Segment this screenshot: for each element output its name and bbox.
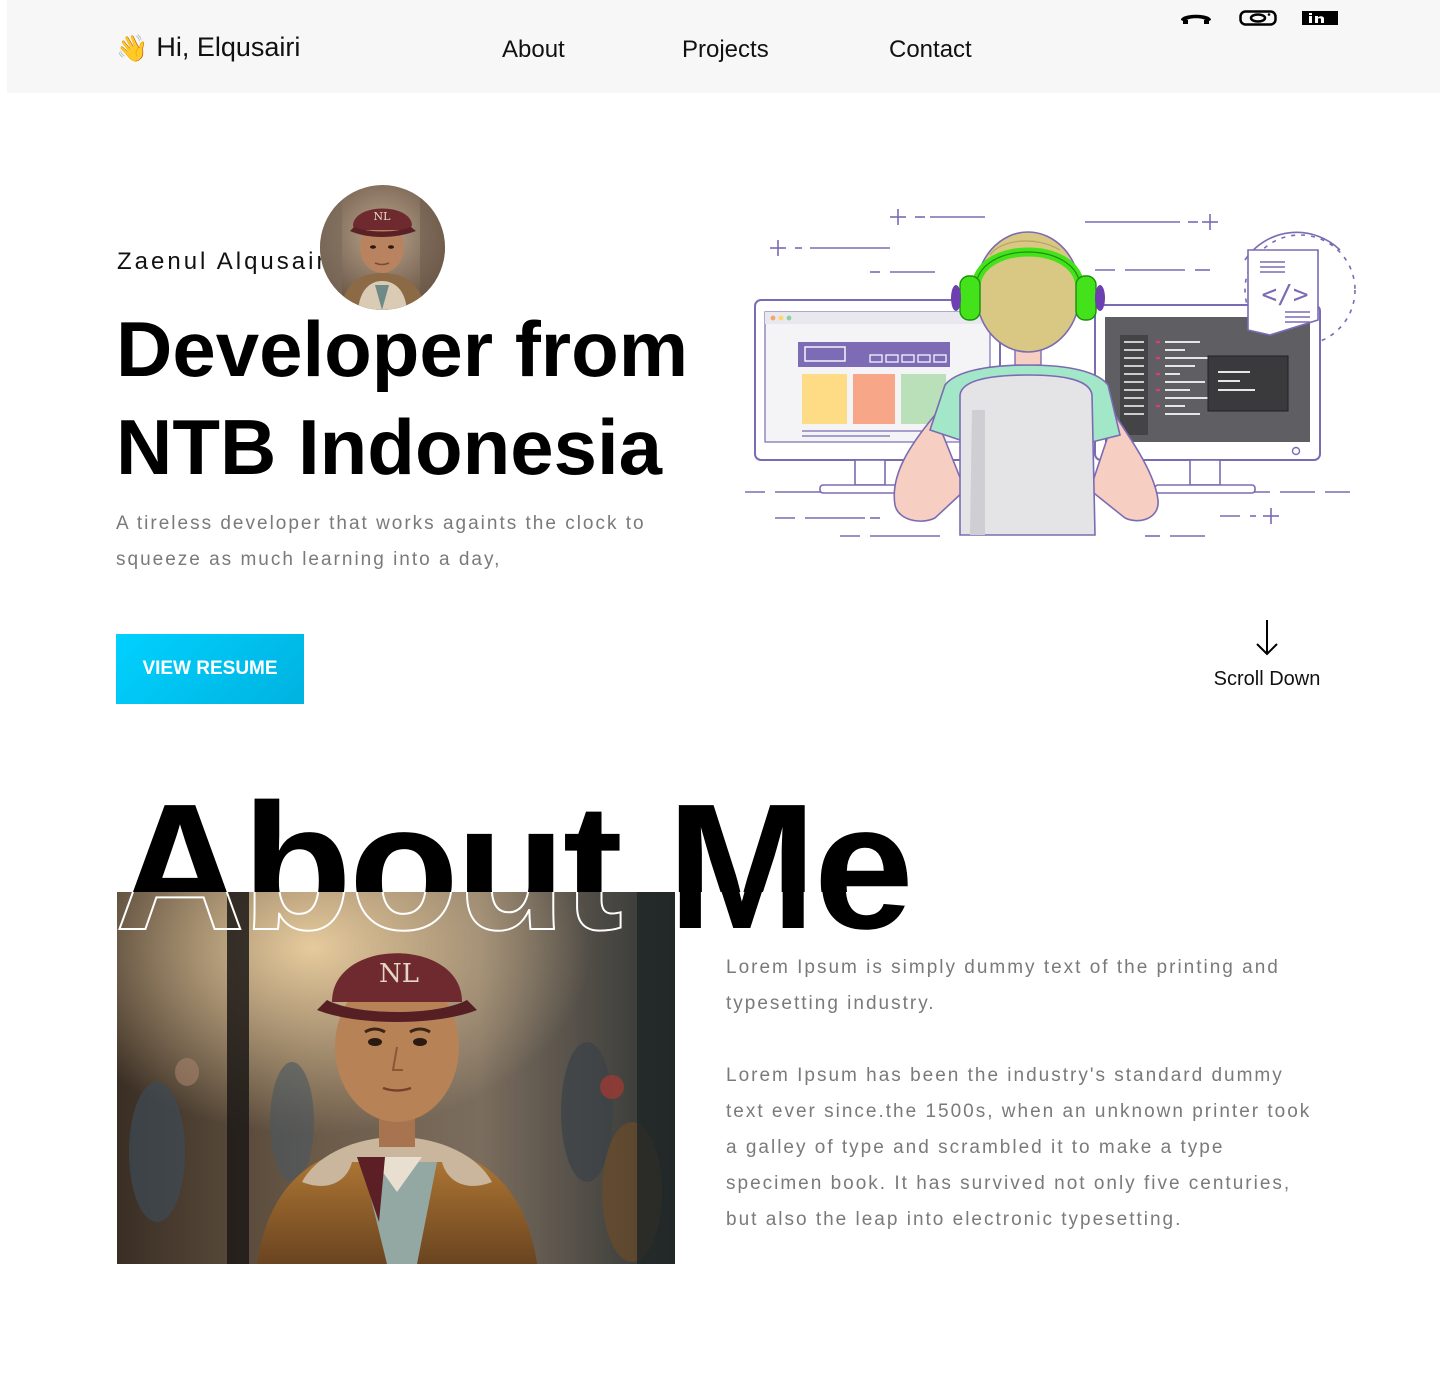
social-links — [1177, 10, 1339, 26]
hero-title-highlight: Indonesia — [297, 403, 663, 491]
avatar: NL — [320, 185, 445, 310]
about-paragraph-1: Lorem Ipsum is simply dummy text of the … — [726, 957, 1280, 1014]
navbar: 👋 Hi, Elqusairi About Projects Contact — [7, 0, 1440, 93]
svg-text:</>: </> — [1262, 280, 1309, 310]
nav-link-about[interactable]: About — [502, 36, 565, 64]
hero-title: Developer from NTB Indonesia — [116, 300, 756, 496]
svg-text:NL: NL — [374, 210, 392, 223]
developer-illustration: </> — [745, 209, 1356, 537]
hero-title-line1: Developer from — [116, 305, 689, 393]
github-icon[interactable] — [1177, 10, 1215, 26]
brand-text: Hi, Elqusairi — [156, 32, 301, 62]
nav-link-projects[interactable]: Projects — [682, 36, 769, 64]
scroll-down-label: Scroll Down — [1213, 668, 1321, 690]
hero-title-line2: NTB Indonesia — [116, 398, 756, 496]
scroll-down[interactable]: Scroll Down — [1205, 618, 1329, 691]
brand[interactable]: 👋 Hi, Elqusairi — [116, 32, 300, 63]
arrow-down-icon — [1256, 620, 1278, 656]
hero-title-ntb: NTB — [116, 403, 298, 491]
waving-hand-icon: 👋 — [116, 32, 149, 63]
about-paragraph-2: Lorem Ipsum has been the industry's stan… — [726, 1065, 1312, 1230]
linkedin-icon[interactable] — [1301, 10, 1339, 26]
nav-link-contact[interactable]: Contact — [889, 36, 972, 64]
hero-description: A tireless developer that works againts … — [116, 513, 646, 570]
view-resume-button[interactable]: VIEW RESUME — [116, 634, 304, 704]
instagram-icon[interactable] — [1239, 10, 1277, 26]
